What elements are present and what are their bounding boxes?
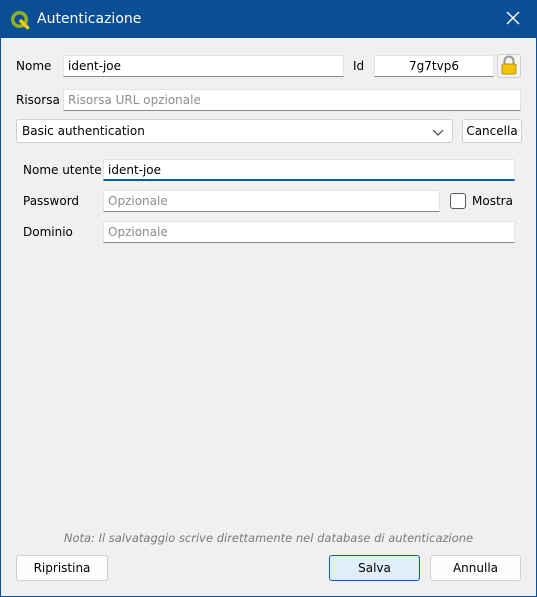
username-label: Nome utente bbox=[23, 163, 102, 177]
auth-method-dropdown[interactable]: Basic authentication bbox=[16, 119, 453, 143]
reset-button[interactable]: Ripristina bbox=[16, 555, 108, 581]
close-icon bbox=[506, 11, 520, 28]
save-button[interactable]: Salva bbox=[329, 555, 420, 581]
save-note: Nota: Il salvataggio scrive direttamente… bbox=[63, 531, 474, 545]
password-label: Password bbox=[23, 194, 80, 208]
resource-label: Risorsa bbox=[16, 93, 60, 107]
password-field[interactable]: Opzionale bbox=[103, 190, 440, 212]
resource-field[interactable]: Risorsa URL opzionale bbox=[63, 89, 521, 111]
username-field[interactable]: ident-joe bbox=[103, 159, 515, 181]
id-field[interactable]: 7g7tvp6 bbox=[374, 55, 494, 77]
name-field[interactable]: ident-joe bbox=[63, 55, 344, 77]
window-title: Autenticazione bbox=[37, 11, 142, 27]
id-label: Id bbox=[353, 59, 365, 73]
domain-field[interactable]: Opzionale bbox=[103, 221, 515, 243]
chevron-down-icon bbox=[432, 126, 444, 140]
close-button[interactable] bbox=[490, 1, 536, 38]
show-password-checkbox[interactable] bbox=[450, 193, 466, 209]
title-bar: Autenticazione bbox=[1, 1, 536, 38]
domain-label: Dominio bbox=[23, 225, 73, 239]
name-label: Nome bbox=[16, 59, 52, 73]
authentication-dialog: Autenticazione Nome ident-joe Id 7g7tvp6… bbox=[0, 0, 537, 597]
cancel-button[interactable]: Annulla bbox=[430, 555, 521, 581]
clear-button[interactable]: Cancella bbox=[462, 119, 522, 143]
lock-id-button[interactable] bbox=[497, 54, 521, 78]
auth-method-value: Basic authentication bbox=[22, 124, 145, 138]
lock-icon bbox=[500, 55, 518, 78]
qgis-logo-icon bbox=[10, 10, 30, 30]
show-password-label: Mostra bbox=[472, 194, 513, 208]
